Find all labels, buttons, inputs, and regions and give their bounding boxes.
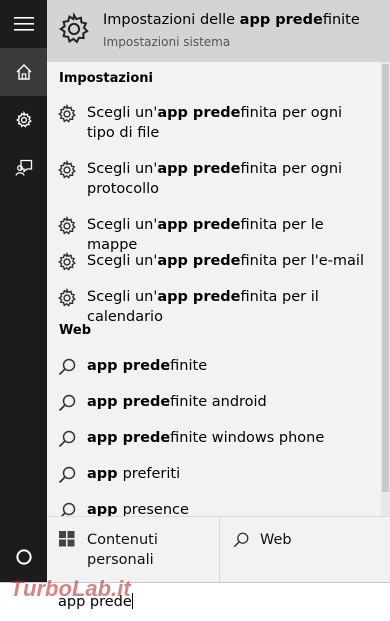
menu-button[interactable] (0, 0, 47, 48)
settings-result-item[interactable]: Scegli un'app predefinita per le mappe (47, 214, 377, 253)
result-label: app preferiti (87, 466, 181, 482)
result-label: app predefinite windows phone (87, 430, 325, 446)
gear-icon (58, 216, 76, 235)
gear-icon (58, 160, 76, 179)
search-input[interactable]: app prede (58, 593, 133, 610)
web-result-item[interactable]: app predefinite windows phone (47, 427, 377, 453)
best-match-item[interactable]: Impostazioni delle app predefinite Impos… (47, 0, 390, 62)
search-box[interactable]: app prede (0, 582, 390, 621)
settings-button[interactable] (0, 96, 47, 144)
result-label: Scegli un'app predefinita per il calenda… (87, 289, 319, 325)
result-label: app predefinite (87, 358, 208, 374)
gear-icon (15, 111, 32, 128)
search-icon (58, 358, 76, 376)
left-rail (0, 0, 47, 582)
gear-icon (58, 104, 76, 123)
cortana-button[interactable] (0, 533, 47, 581)
personal-content-label: Contenuti personali (87, 532, 158, 568)
hamburger-icon (13, 17, 34, 31)
search-icon (58, 466, 76, 484)
web-filter-label: Web (260, 532, 292, 548)
section-header-web: Web (59, 323, 91, 338)
result-label: app predefinite android (87, 394, 267, 410)
settings-result-item[interactable]: Scegli un'app predefinita per l'e-mail (47, 250, 377, 276)
cortana-icon (15, 549, 32, 565)
feedback-button[interactable] (0, 144, 47, 192)
search-icon (58, 394, 76, 412)
search-icon (233, 532, 249, 548)
gear-icon (58, 252, 76, 271)
result-label: Scegli un'app predefinita per le mappe (87, 217, 324, 253)
settings-result-item[interactable]: Scegli un'app predefinita per ogni tipo … (47, 102, 377, 146)
settings-result-item[interactable]: Scegli un'app predefinita per il calenda… (47, 286, 377, 325)
best-match-subtitle: Impostazioni sistema (103, 35, 231, 49)
result-label: Scegli un'app predefinita per ogni proto… (87, 161, 343, 197)
web-result-item[interactable]: app predefinite (47, 355, 377, 381)
gear-icon (59, 12, 89, 44)
web-result-item[interactable]: app preferiti (47, 463, 377, 489)
results-panel: Impostazioni delle app predefinite Impos… (47, 0, 390, 582)
scrollbar-thumb[interactable] (382, 64, 389, 492)
home-icon (16, 64, 31, 80)
settings-result-item[interactable]: Scegli un'app predefinita per ogni proto… (47, 158, 377, 202)
personal-content-filter[interactable]: Contenuti personali (47, 517, 220, 582)
text-caret (131, 593, 133, 609)
section-header-settings: Impostazioni (59, 71, 154, 86)
web-result-item[interactable]: app predefinite android (47, 391, 377, 417)
feedback-icon (14, 159, 32, 176)
filter-bar: Contenuti personali Web (47, 516, 390, 582)
best-match-title: Impostazioni delle app predefinite (103, 12, 360, 28)
result-label: Scegli un'app predefinita per ogni tipo … (87, 105, 343, 141)
result-label: Scegli un'app predefinita per l'e-mail (87, 253, 364, 269)
search-icon (58, 430, 76, 448)
gear-icon (58, 288, 76, 307)
web-filter[interactable]: Web (220, 517, 390, 582)
home-button[interactable] (0, 48, 47, 96)
windows-icon (59, 531, 75, 547)
